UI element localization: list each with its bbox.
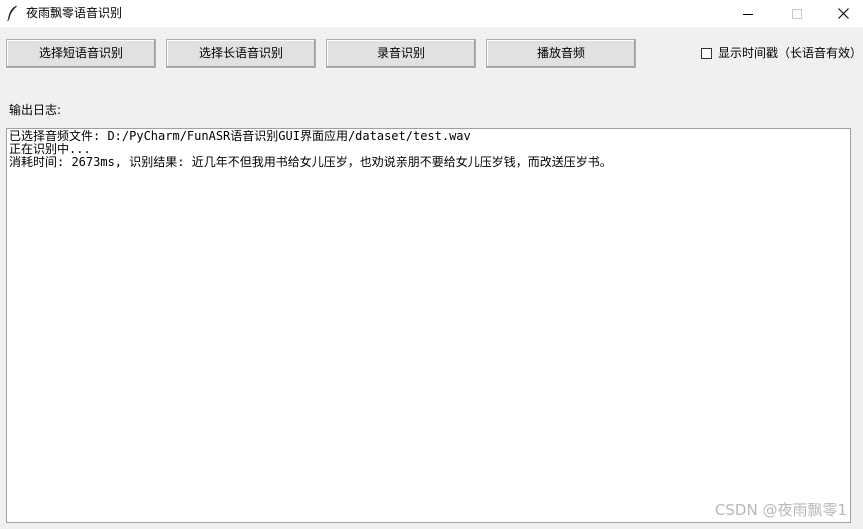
- window-title: 夜雨飘零语音识别: [26, 6, 123, 20]
- play-audio-button[interactable]: 播放音频: [486, 39, 636, 68]
- log-line: 正在识别中...: [9, 143, 91, 156]
- maximize-button[interactable]: [774, 0, 820, 27]
- show-timestamp-label: 显示时间戳（长语音有效）: [718, 46, 863, 60]
- app-window: 夜雨飘零语音识别 选择短语音识别 选择长语音识别 录音识别 播放音频 显示时间戳…: [0, 0, 863, 529]
- minimize-button[interactable]: [725, 0, 771, 27]
- log-label: 输出日志:: [9, 103, 62, 117]
- select-long-audio-button[interactable]: 选择长语音识别: [166, 39, 316, 68]
- maximize-icon: [792, 8, 802, 19]
- show-timestamp-option[interactable]: 显示时间戳（长语音有效）: [701, 45, 862, 61]
- log-textarea[interactable]: 已选择音频文件: D:/PyCharm/FunASR语音识别GUI界面应用/da…: [6, 128, 851, 523]
- minimize-icon: [743, 13, 753, 15]
- feather-icon: [7, 5, 17, 21]
- close-icon: [837, 8, 849, 19]
- log-line: 消耗时间: 2673ms, 识别结果: 近几年不但我用书给女儿压岁，也劝说亲朋不…: [9, 156, 612, 169]
- close-button[interactable]: [820, 0, 863, 27]
- log-line: 已选择音频文件: D:/PyCharm/FunASR语音识别GUI界面应用/da…: [9, 130, 471, 143]
- select-short-audio-button[interactable]: 选择短语音识别: [6, 39, 156, 68]
- title-bar[interactable]: 夜雨飘零语音识别: [0, 0, 863, 27]
- csdn-watermark: CSDN @夜雨飘零1: [714, 501, 847, 519]
- record-recognize-button[interactable]: 录音识别: [326, 39, 476, 68]
- show-timestamp-checkbox[interactable]: [701, 47, 712, 59]
